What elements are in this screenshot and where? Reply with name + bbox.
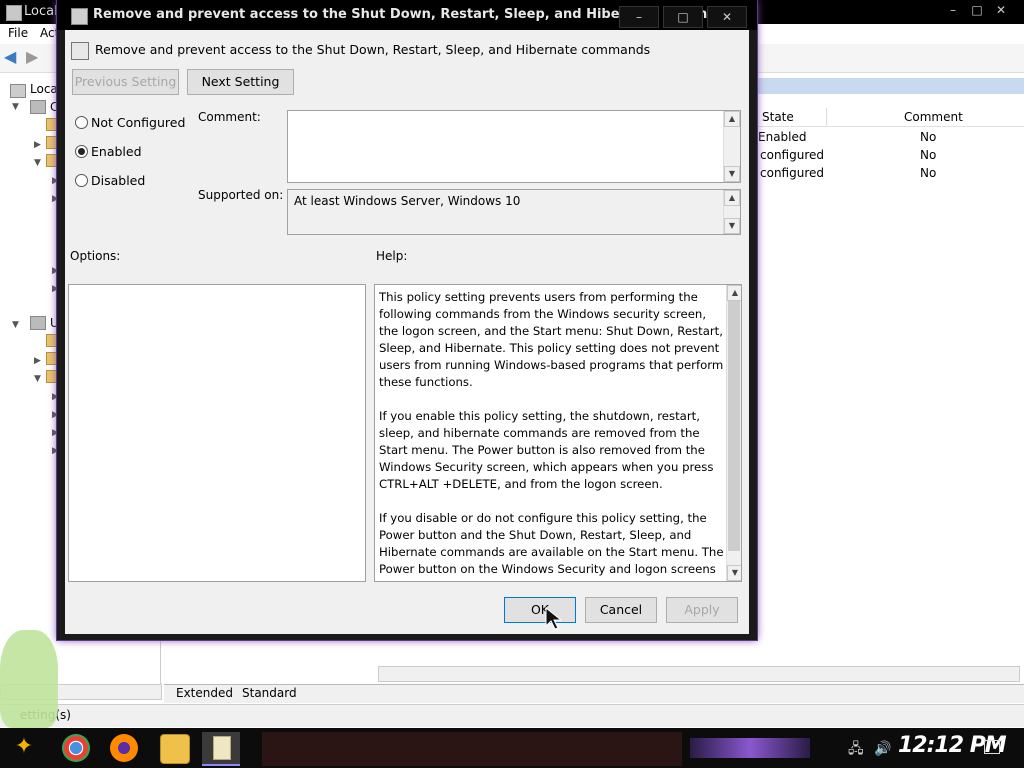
- next-setting-button[interactable]: Next Setting: [187, 69, 294, 95]
- supported-on-value: At least Windows Server, Windows 10: [294, 194, 521, 208]
- list-header: [756, 106, 1024, 127]
- file-explorer-icon[interactable]: [160, 734, 190, 764]
- network-icon[interactable]: 🖧: [848, 741, 864, 757]
- mouse-cursor-icon: [545, 607, 563, 630]
- radio-label: Not Configured: [91, 115, 186, 130]
- radio-label: Disabled: [91, 173, 146, 188]
- radio-circle[interactable]: [75, 174, 88, 187]
- row-comment: No: [920, 130, 937, 144]
- row-state: configured: [760, 166, 824, 180]
- tab-standard[interactable]: Standard: [242, 686, 297, 700]
- supported-on-label: Supported on:: [198, 188, 284, 202]
- gpedit-taskbar-icon: [213, 736, 231, 760]
- column-header-state[interactable]: State: [762, 110, 794, 124]
- action-center-icon[interactable]: [984, 740, 1000, 754]
- cancel-button[interactable]: Cancel: [585, 597, 657, 623]
- radio-circle[interactable]: [75, 116, 88, 129]
- forward-arrow-icon[interactable]: ▶: [26, 49, 44, 65]
- ok-button[interactable]: OK: [504, 597, 576, 623]
- policy-icon: [71, 8, 88, 25]
- volume-icon[interactable]: 🔊: [874, 741, 891, 757]
- previous-setting-button[interactable]: Previous Setting: [72, 69, 179, 95]
- supported-scrollbar[interactable]: ▲ ▼: [723, 190, 740, 234]
- collapse-arrow-icon[interactable]: ▼: [34, 158, 41, 168]
- policy-dialog: Remove and prevent access to the Shut Do…: [57, 0, 757, 640]
- scroll-down-icon[interactable]: ▼: [724, 166, 740, 182]
- tab-extended[interactable]: Extended: [176, 686, 233, 700]
- start-button-icon[interactable]: ✦: [8, 734, 40, 762]
- expand-arrow-icon[interactable]: ▼: [12, 102, 19, 112]
- scroll-down-icon[interactable]: ▼: [724, 218, 740, 234]
- apply-button[interactable]: Apply: [666, 597, 738, 623]
- expand-arrow-icon[interactable]: ▼: [12, 320, 19, 330]
- help-label: Help:: [376, 249, 408, 263]
- maximize-icon[interactable]: □: [663, 6, 703, 28]
- system-tray: 🖧 🔊: [848, 738, 892, 762]
- taskbar-preview-area: [262, 732, 682, 766]
- firefox-icon[interactable]: [110, 734, 138, 762]
- supported-on-field: At least Windows Server, Windows 10 ▲ ▼: [287, 189, 741, 235]
- background-title: Local: [24, 4, 58, 19]
- help-text: This policy setting prevents users from …: [379, 290, 724, 581]
- comment-scrollbar[interactable]: ▲ ▼: [723, 111, 740, 182]
- options-label: Options:: [70, 249, 121, 263]
- policy-setting-icon: [71, 42, 89, 60]
- computer-config-icon: [30, 100, 46, 114]
- computer-icon: [10, 84, 26, 98]
- scroll-up-icon[interactable]: ▲: [724, 111, 740, 127]
- gpedit-icon: [6, 5, 22, 21]
- policy-header: Remove and prevent access to the Shut Do…: [95, 42, 651, 57]
- scroll-down-icon[interactable]: ▼: [727, 565, 741, 581]
- radio-circle[interactable]: [75, 145, 88, 158]
- close-icon[interactable]: ✕: [707, 6, 747, 28]
- dialog-body: Remove and prevent access to the Shut Do…: [65, 30, 749, 634]
- row-state: configured: [760, 148, 824, 162]
- list-banner: [756, 78, 1024, 94]
- expand-arrow-icon[interactable]: ▶: [34, 356, 41, 366]
- menu-file[interactable]: File: [8, 26, 28, 40]
- comment-label: Comment:: [198, 110, 261, 124]
- user-config-icon: [30, 316, 46, 330]
- column-header-comment[interactable]: Comment: [904, 110, 963, 124]
- row-comment: No: [920, 148, 937, 162]
- options-pane: [68, 284, 366, 582]
- column-divider: [826, 108, 827, 126]
- help-pane: This policy setting prevents users from …: [374, 284, 742, 582]
- scroll-thumb[interactable]: [728, 301, 740, 551]
- desktop-character-overlay: [0, 630, 58, 728]
- radio-label: Enabled: [91, 144, 142, 159]
- close-icon[interactable]: ✕: [992, 3, 1010, 19]
- row-state: Enabled: [758, 130, 807, 144]
- list-horizontal-scrollbar[interactable]: [378, 666, 1020, 682]
- maximize-icon[interactable]: □: [968, 3, 986, 19]
- scroll-up-icon[interactable]: ▲: [724, 190, 740, 206]
- row-comment: No: [920, 166, 937, 180]
- help-scrollbar[interactable]: ▲ ▼: [726, 285, 741, 581]
- taskbar-decoration: [690, 738, 810, 758]
- back-arrow-icon[interactable]: ◀: [4, 49, 22, 65]
- collapse-arrow-icon[interactable]: ▼: [34, 374, 41, 384]
- expand-arrow-icon[interactable]: ▶: [34, 140, 41, 150]
- minimize-icon[interactable]: –: [619, 6, 659, 28]
- dialog-titlebar[interactable]: Remove and prevent access to the Shut Do…: [57, 0, 757, 30]
- scroll-up-icon[interactable]: ▲: [727, 285, 741, 301]
- comment-field[interactable]: ▲ ▼: [287, 110, 741, 183]
- statusbar: etting(s): [0, 704, 1024, 727]
- view-tabs: Extended Standard: [164, 684, 1024, 703]
- minimize-icon[interactable]: –: [944, 3, 962, 19]
- chrome-icon[interactable]: [62, 734, 90, 762]
